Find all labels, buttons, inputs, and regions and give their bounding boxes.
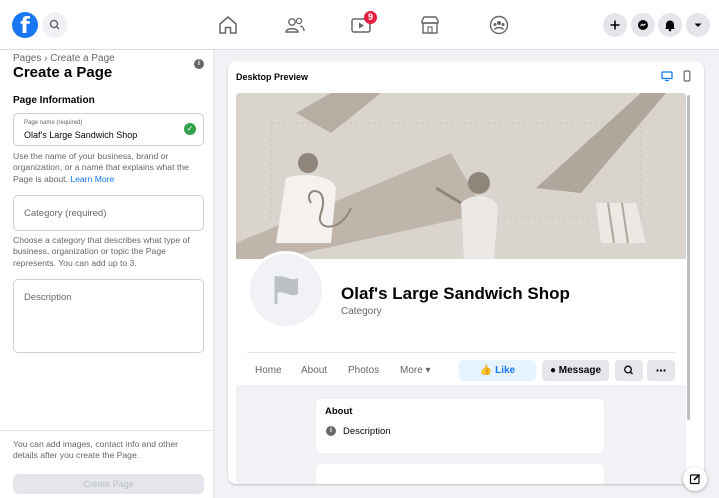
breadcrumb[interactable]: Pages › Create a Page <box>13 53 115 64</box>
account-menu-button[interactable] <box>686 13 710 37</box>
description-field[interactable]: Description <box>13 279 204 353</box>
logo-letter: f <box>20 14 30 38</box>
search-button[interactable] <box>42 12 68 38</box>
tabs-divider <box>247 352 675 353</box>
tab-home[interactable]: Home <box>255 365 282 376</box>
like-label: Like <box>495 365 516 376</box>
description-placeholder: Description <box>24 292 72 303</box>
preview-page-name: Olaf's Large Sandwich Shop <box>341 284 570 303</box>
category-field[interactable]: Category (required) <box>13 195 204 231</box>
checkmark-icon: ✓ <box>184 123 196 135</box>
mobile-icon[interactable] <box>681 70 693 82</box>
divider <box>0 430 213 431</box>
search-icon <box>49 19 60 30</box>
page-name-label: Page name (required) <box>24 120 83 126</box>
marketplace-icon[interactable] <box>418 13 442 37</box>
page-preview-canvas: Olaf's Large Sandwich Shop Category Home… <box>236 93 686 484</box>
preview-search-button[interactable] <box>615 360 643 381</box>
tab-photos[interactable]: Photos <box>348 365 379 376</box>
desktop-icon[interactable] <box>661 70 673 82</box>
facebook-logo[interactable]: f <box>12 12 38 38</box>
about-description: Description <box>343 426 391 437</box>
tab-more[interactable]: More ▾ <box>400 365 431 376</box>
create-page-button[interactable]: Create Page <box>13 474 204 494</box>
post-placeholder-card <box>316 464 604 484</box>
info-icon: i <box>326 426 336 436</box>
top-navigation-bar: f 9 <box>0 0 719 50</box>
groups-icon[interactable] <box>487 13 511 37</box>
thumbs-up-icon: 👍 <box>479 365 493 376</box>
profile-picture <box>247 251 325 329</box>
message-button[interactable]: ● Message <box>542 360 609 381</box>
create-menu-button[interactable] <box>603 13 627 37</box>
info-icon[interactable]: i <box>194 59 204 69</box>
preview-category: Category <box>341 306 382 317</box>
ellipsis-icon <box>656 369 666 372</box>
more-options-button[interactable] <box>647 360 675 381</box>
category-help: Choose a category that describes what ty… <box>13 235 190 268</box>
messenger-button[interactable] <box>631 13 655 37</box>
plus-icon <box>610 20 620 30</box>
category-placeholder: Category (required) <box>24 208 107 219</box>
page-information-heading: Page Information <box>13 95 95 106</box>
home-icon[interactable] <box>216 13 240 37</box>
notifications-button[interactable] <box>658 13 682 37</box>
edit-icon <box>689 473 701 485</box>
desktop-preview-card: Desktop Preview Olaf's Large Sandwich Sh… <box>228 61 704 484</box>
about-card: About i Description <box>316 399 604 453</box>
page-name-value: Olaf's Large Sandwich Shop <box>24 130 138 140</box>
page-name-field[interactable]: Page name (required) Olaf's Large Sandwi… <box>13 113 204 146</box>
about-heading: About <box>325 406 353 417</box>
friends-icon[interactable] <box>283 13 307 37</box>
cover-photo <box>236 93 686 259</box>
cover-illustration <box>236 93 686 259</box>
caret-down-icon <box>694 23 702 27</box>
flag-icon <box>274 276 298 304</box>
page-name-help: Use the name of your business, brand or … <box>13 151 206 185</box>
footer-note: You can add images, contact info and oth… <box>13 439 178 461</box>
bell-icon <box>665 20 675 32</box>
tab-about[interactable]: About <box>301 365 327 376</box>
preview-title: Desktop Preview <box>236 72 309 82</box>
preview-scrollbar[interactable] <box>687 95 690 420</box>
message-label: Message <box>558 365 602 376</box>
messenger-icon: ● <box>549 365 556 376</box>
like-button[interactable]: 👍 Like <box>459 360 536 381</box>
compose-button[interactable] <box>683 467 707 491</box>
learn-more-link[interactable]: Learn More <box>70 174 114 184</box>
page-title: Create a Page <box>13 64 113 81</box>
messenger-icon <box>638 20 648 30</box>
search-icon <box>624 365 633 375</box>
notification-badge: 9 <box>364 11 377 24</box>
